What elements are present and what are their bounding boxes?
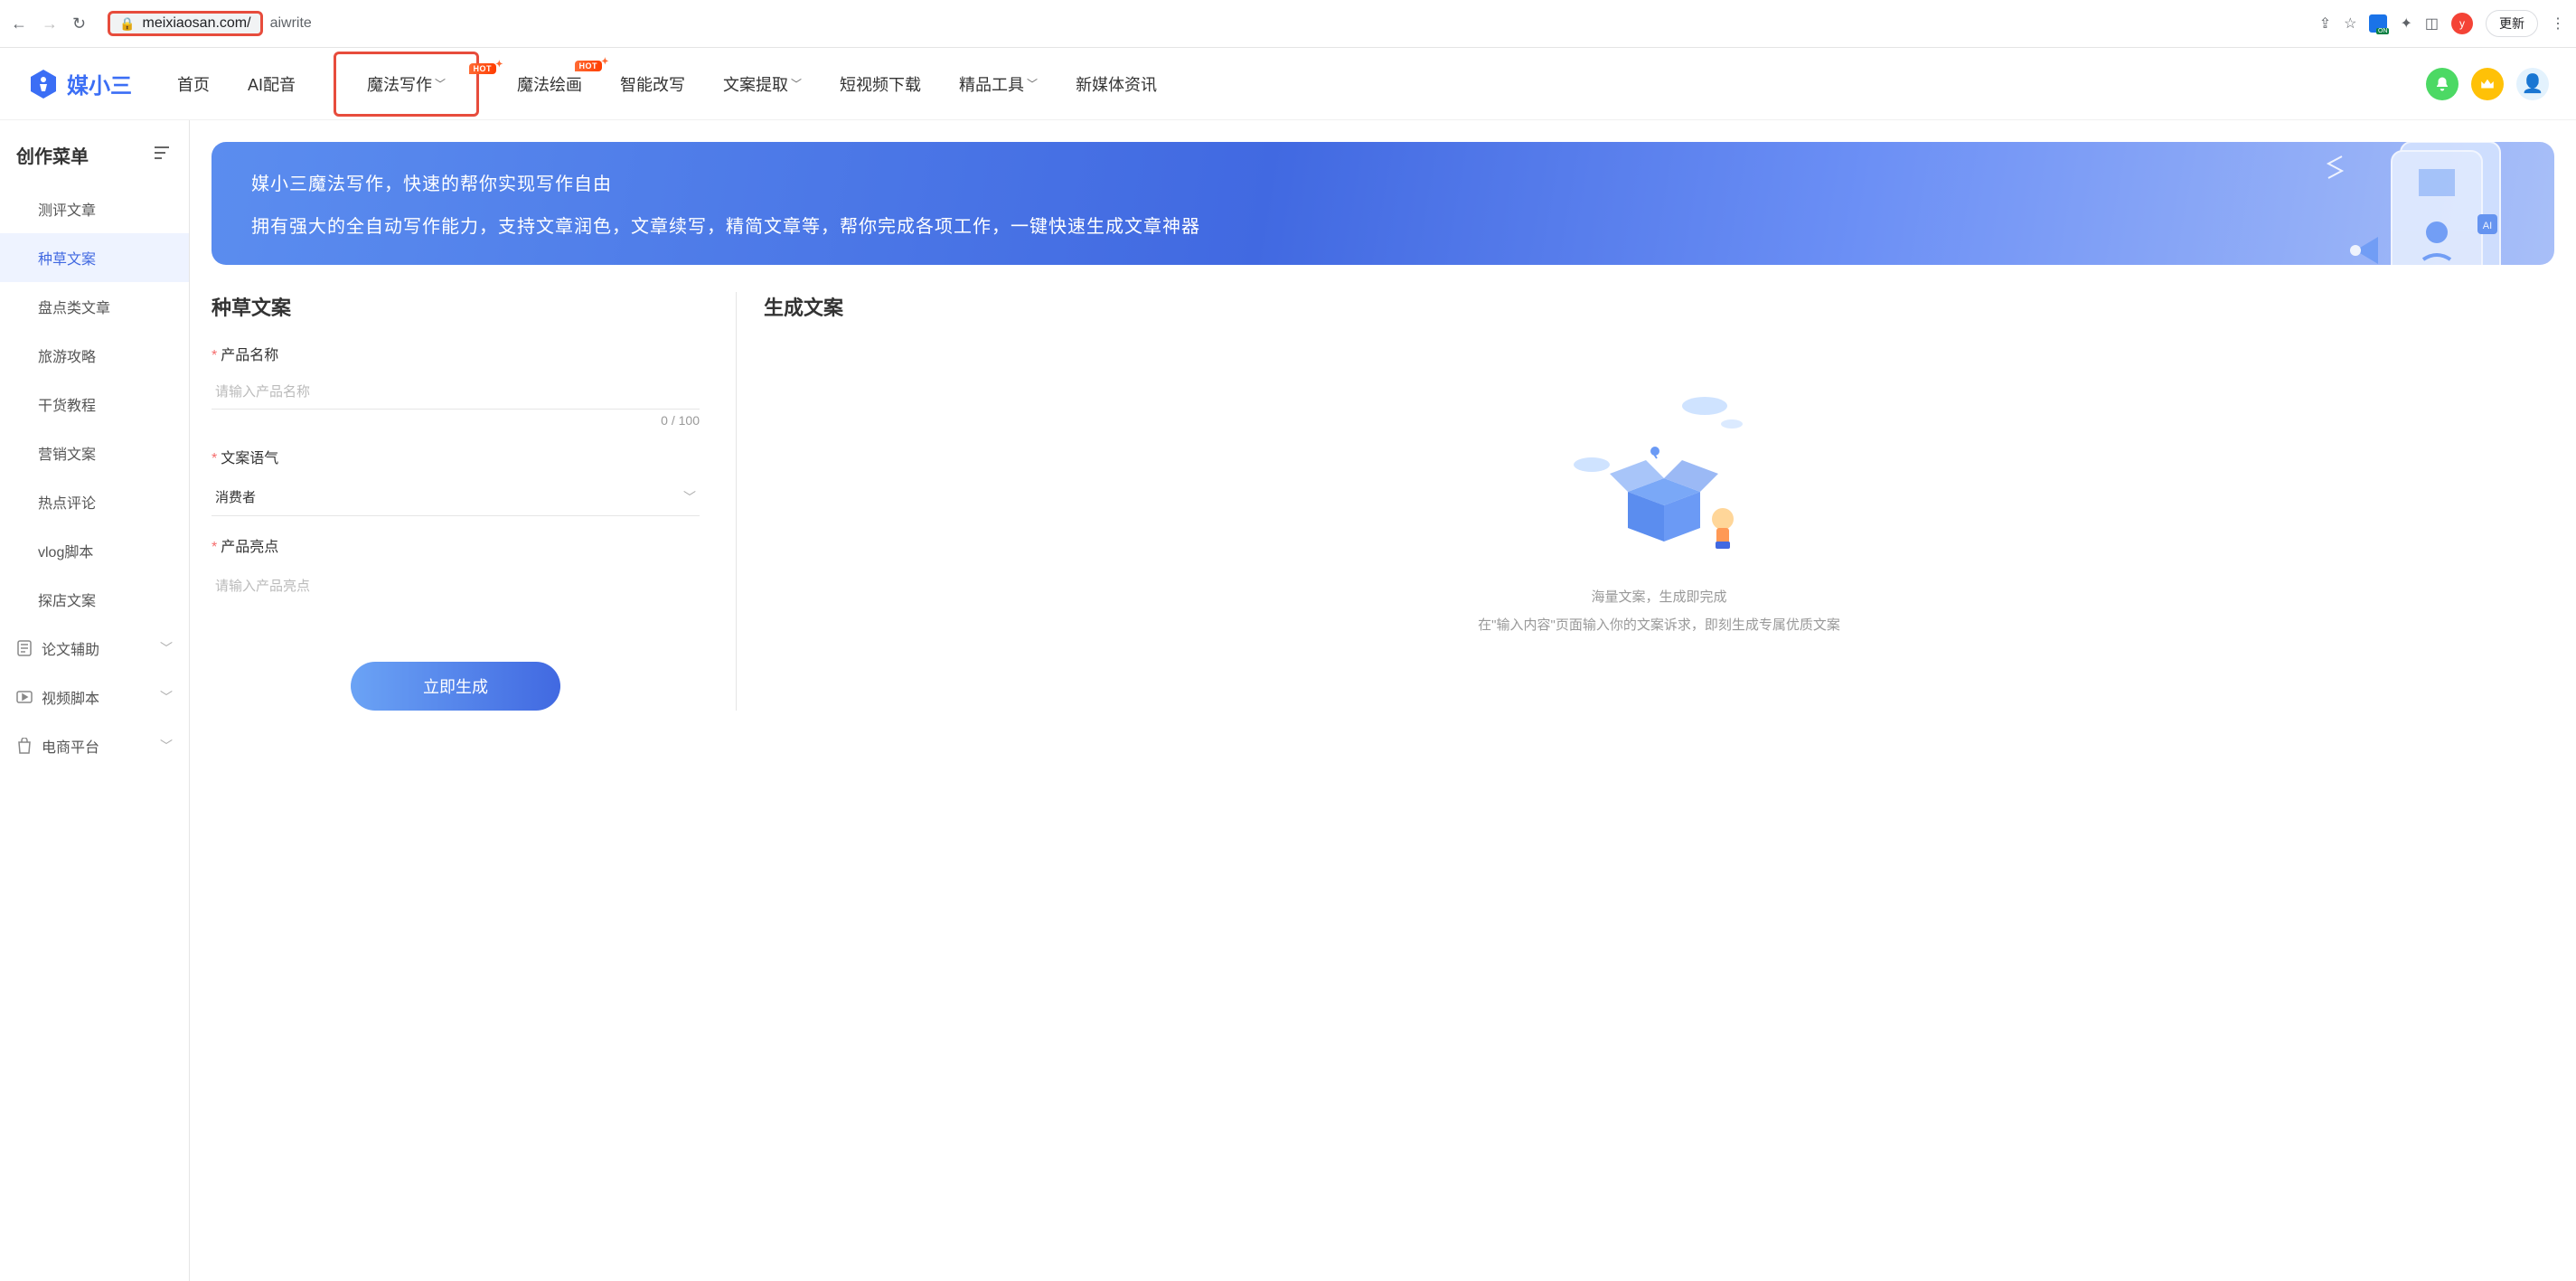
- product-name-input[interactable]: [212, 375, 700, 410]
- share-icon[interactable]: ⇪: [2319, 14, 2331, 33]
- notification-button[interactable]: [2426, 68, 2458, 100]
- hot-badge: HOT: [469, 63, 497, 74]
- hot-badge: HOT: [575, 61, 603, 71]
- banner-graphic: AI: [2301, 142, 2518, 265]
- sidebar: 创作菜单 测评文章 种草文案 盘点类文章 旅游攻略 干货教程 营销文案 热点评论…: [0, 120, 190, 1281]
- extension-icon[interactable]: [2369, 14, 2387, 33]
- site-header: 媒小三 首页 AI配音 魔法写作﹀ HOT 魔法绘画 HOT 智能改写 文案提取…: [0, 48, 2576, 120]
- banner-subtitle: 拥有强大的全自动写作能力，支持文章润色，文章续写，精简文章等，帮你完成各项工作，…: [251, 212, 2515, 238]
- bag-icon: [16, 738, 33, 754]
- sidebar-item-shop-visit[interactable]: 探店文案: [0, 575, 189, 624]
- chevron-down-icon: ﹀: [791, 76, 802, 91]
- tone-label: *文案语气: [212, 446, 700, 467]
- chevron-down-icon: ﹀: [160, 737, 173, 755]
- menu-dots-icon[interactable]: ⋮: [2551, 14, 2565, 33]
- logo-text: 媒小三: [67, 68, 132, 99]
- main-nav: 首页 AI配音 魔法写作﹀ HOT 魔法绘画 HOT 智能改写 文案提取﹀ 短视…: [177, 52, 2426, 117]
- puzzle-icon[interactable]: ✦: [2400, 14, 2411, 33]
- panel-icon[interactable]: ◫: [2425, 14, 2439, 33]
- video-icon: [16, 689, 33, 705]
- empty-text-2: 在"输入内容"页面输入你的文案诉求，即刻生成专属优质文案: [782, 615, 2536, 634]
- filter-icon[interactable]: [155, 146, 173, 165]
- hero-banner: 媒小三魔法写作，快速的帮你实现写作自由 拥有强大的全自动写作能力，支持文章润色，…: [212, 142, 2554, 265]
- main-content: 媒小三魔法写作，快速的帮你实现写作自由 拥有强大的全自动写作能力，支持文章润色，…: [190, 120, 2576, 1281]
- nav-video-download[interactable]: 短视频下载: [840, 52, 921, 117]
- generate-button[interactable]: 立即生成: [351, 662, 560, 711]
- empty-state-graphic: [1542, 379, 1777, 560]
- url-path[interactable]: aiwrite: [270, 15, 312, 32]
- browser-back[interactable]: ←: [11, 14, 27, 33]
- logo[interactable]: 媒小三: [27, 68, 132, 100]
- chevron-down-icon: ﹀: [1027, 76, 1038, 91]
- url-highlight-box: 🔒 meixiaosan.com/: [108, 11, 262, 36]
- chevron-down-icon: ﹀: [683, 488, 696, 506]
- nav-ai-voice[interactable]: AI配音: [248, 52, 296, 117]
- sidebar-item-marketing[interactable]: 营销文案: [0, 429, 189, 477]
- browser-reload[interactable]: ↻: [72, 14, 86, 33]
- sidebar-item-recommend[interactable]: 种草文案: [0, 233, 189, 282]
- browser-forward[interactable]: →: [42, 14, 58, 33]
- sidebar-item-list[interactable]: 盘点类文章: [0, 282, 189, 331]
- browser-toolbar: ← → ↻ 🔒 meixiaosan.com/ aiwrite ⇪ ☆ ✦ ◫ …: [0, 0, 2576, 48]
- sidebar-item-tutorial[interactable]: 干货教程: [0, 380, 189, 429]
- tone-select[interactable]: 消费者 ﹀: [212, 478, 700, 516]
- nav-magic-paint[interactable]: 魔法绘画 HOT: [517, 52, 582, 117]
- sidebar-item-hot-comment[interactable]: 热点评论: [0, 477, 189, 526]
- nav-magic-write[interactable]: 魔法写作﹀ HOT: [334, 52, 479, 117]
- crown-icon: [2479, 76, 2496, 92]
- chevron-down-icon: ﹀: [160, 639, 173, 657]
- form-panel: 种草文案 *产品名称 0 / 100 *文案语气 消费者 ﹀ *产品亮点: [212, 292, 700, 711]
- nav-home[interactable]: 首页: [177, 52, 210, 117]
- sidebar-item-vlog[interactable]: vlog脚本: [0, 526, 189, 575]
- highlight-label: *产品亮点: [212, 534, 700, 556]
- nav-news[interactable]: 新媒体资讯: [1076, 52, 1157, 117]
- document-icon: [16, 640, 33, 656]
- lock-icon: 🔒: [119, 16, 135, 32]
- banner-title: 媒小三魔法写作，快速的帮你实现写作自由: [251, 169, 2515, 195]
- sidebar-item-travel[interactable]: 旅游攻略: [0, 331, 189, 380]
- vip-button[interactable]: [2471, 68, 2504, 100]
- nav-rewrite[interactable]: 智能改写: [620, 52, 685, 117]
- url-domain[interactable]: meixiaosan.com/: [143, 15, 251, 32]
- bookmark-icon[interactable]: ☆: [2344, 14, 2356, 33]
- sidebar-title: 创作菜单: [16, 142, 89, 168]
- highlight-textarea[interactable]: [212, 567, 700, 621]
- output-title: 生成文案: [764, 292, 2554, 321]
- svg-text:AI: AI: [2483, 221, 2492, 231]
- empty-text-1: 海量文案，生成即完成: [782, 587, 2536, 606]
- form-title: 种草文案: [212, 292, 700, 321]
- bell-icon: [2434, 76, 2450, 92]
- browser-profile[interactable]: y: [2451, 13, 2473, 34]
- sidebar-item-review[interactable]: 测评文章: [0, 184, 189, 233]
- output-panel: 生成文案: [736, 292, 2554, 711]
- chevron-down-icon: ﹀: [160, 688, 173, 706]
- nav-extract[interactable]: 文案提取﹀: [723, 52, 802, 117]
- user-avatar[interactable]: 👤: [2516, 68, 2549, 100]
- product-name-label: *产品名称: [212, 343, 700, 364]
- logo-icon: [27, 68, 60, 100]
- update-button[interactable]: 更新: [2486, 10, 2538, 37]
- sidebar-group-video[interactable]: 视频脚本 ﹀: [0, 673, 189, 721]
- char-counter: 0 / 100: [212, 413, 700, 428]
- chevron-down-icon: ﹀: [435, 76, 446, 91]
- sidebar-group-ecommerce[interactable]: 电商平台 ﹀: [0, 721, 189, 770]
- nav-tools[interactable]: 精品工具﹀: [959, 52, 1038, 117]
- sidebar-group-thesis[interactable]: 论文辅助 ﹀: [0, 624, 189, 673]
